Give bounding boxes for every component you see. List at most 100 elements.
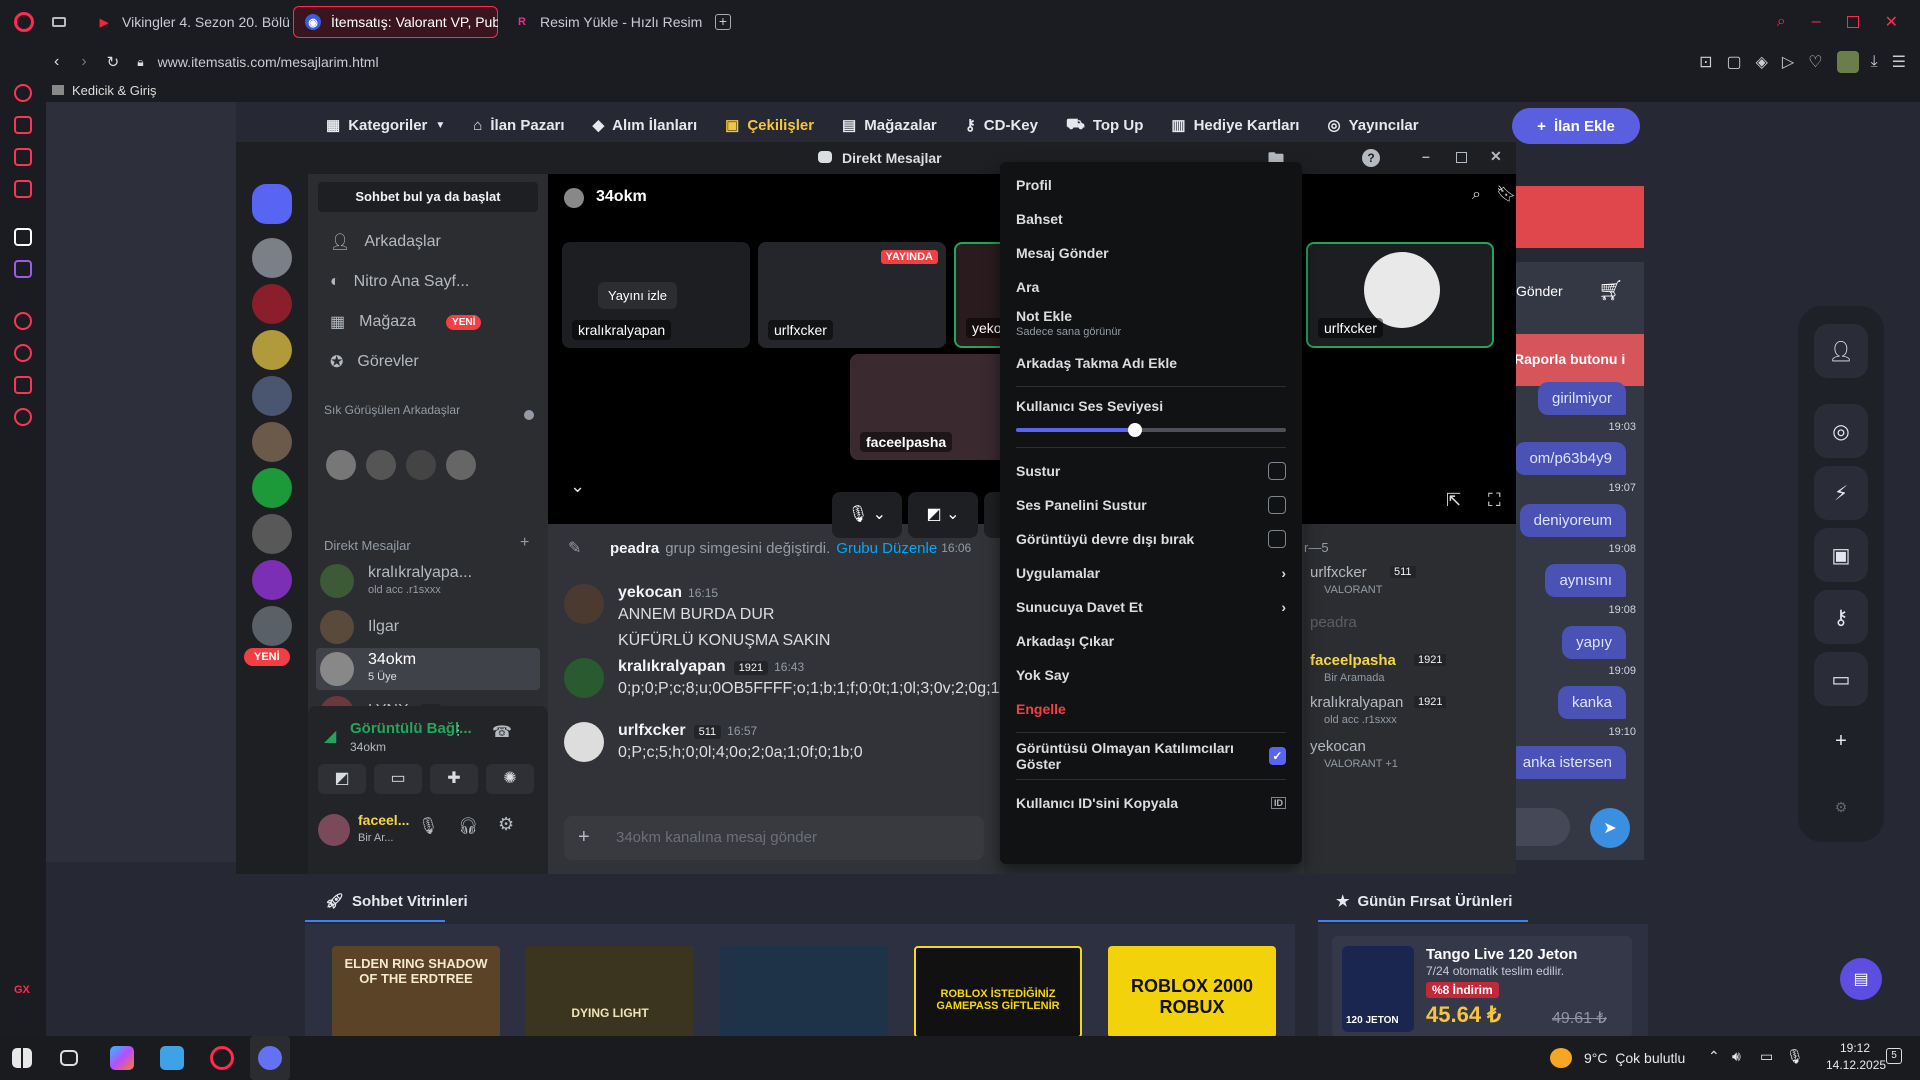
disconnect-icon[interactable]: ☎	[492, 722, 512, 742]
chat-input[interactable]	[1516, 808, 1570, 846]
gear-icon[interactable]: ⚙	[498, 814, 514, 835]
menu-item-mention[interactable]: Bahset	[1008, 202, 1294, 236]
menu-item-mute-soundboard[interactable]: Ses Panelini Sustur	[1008, 488, 1294, 522]
frequent-avatar[interactable]	[446, 450, 476, 480]
avatar[interactable]	[564, 584, 604, 624]
menu-item-copy-id[interactable]: Kullanıcı ID'sini Kopyala ID	[1008, 786, 1294, 820]
weather-text[interactable]: 9°C Çok bulutlu	[1584, 1050, 1685, 1066]
menu-item-call[interactable]: Ara	[1008, 270, 1294, 304]
send-button[interactable]: ➤	[1590, 808, 1630, 848]
server-icon[interactable]	[252, 560, 292, 600]
heart-icon[interactable]: ♡	[1808, 52, 1822, 72]
opera-gx-icon[interactable]	[210, 1046, 234, 1070]
reload-icon[interactable]: ↻	[107, 53, 120, 71]
product-card[interactable]: ROBLOX 2000 ROBUX	[1108, 946, 1276, 1038]
menu-item-show-nonvideo[interactable]: Görüntüsü Olmayan Katılımcıları Göster ✓	[1008, 739, 1294, 773]
nav-cdkey[interactable]: ⚷ CD-Key	[965, 116, 1038, 135]
nav-topup[interactable]: ⛟ Top Up	[1066, 116, 1143, 135]
gx-icon[interactable]: GX	[14, 984, 30, 996]
member-name[interactable]: kralıkralyapan	[1310, 694, 1403, 711]
message-user[interactable]: peadra	[610, 540, 659, 557]
popout-icon[interactable]: ⇱	[1446, 490, 1461, 511]
camera-off-button[interactable]: ◩	[318, 764, 366, 794]
twitch-purple-icon[interactable]	[14, 260, 32, 278]
back-icon[interactable]: ‹	[54, 53, 59, 71]
extensions-icon[interactable]	[14, 376, 32, 394]
edit-group-link[interactable]: Grubu Düzenle	[836, 540, 937, 557]
server-icon[interactable]	[252, 284, 292, 324]
nav-hediye-kartlari[interactable]: ▥ Hediye Kartları	[1171, 116, 1299, 135]
flash-icon[interactable]: ⚡︎	[1814, 466, 1868, 520]
toolbar-icon[interactable]: ▢	[1726, 52, 1741, 72]
ai-icon[interactable]	[14, 84, 32, 102]
dm-item-active[interactable]: 34okm 5 Üye	[316, 648, 540, 690]
menu-item-add-nickname[interactable]: Arkadaş Takma Adı Ekle	[1008, 346, 1294, 380]
server-icon[interactable]	[252, 238, 292, 278]
network-icon[interactable]: ▭	[1760, 1048, 1773, 1065]
menu-item-block[interactable]: Engelle	[1008, 692, 1294, 726]
message-user[interactable]: kralıkralyapan	[618, 658, 726, 675]
noise-icon[interactable]: ⫶	[456, 724, 460, 742]
chevron-down-icon[interactable]: ⌄	[570, 476, 585, 497]
menu-item-disable-video[interactable]: Görüntüyü devre dışı bırak	[1008, 522, 1294, 556]
profile-avatar[interactable]	[1836, 51, 1859, 73]
tab-vikingler[interactable]: ▶ Vikingler 4. Sezon 20. Bölüm	[84, 6, 289, 38]
gear-icon[interactable]: ⚙	[1814, 780, 1868, 834]
wallet-icon[interactable]: ▭	[1814, 652, 1868, 706]
member-name[interactable]: urlfxcker	[1310, 564, 1367, 581]
shield-icon[interactable]: ◈	[1756, 52, 1768, 72]
message-composer[interactable]: + 34okm kanalına mesaj gönder	[564, 816, 984, 860]
play-icon[interactable]: ▷	[1782, 52, 1794, 72]
product-card[interactable]: ROBLOX İSTEDİĞİNİZ GAMEPASS GİFTLENİR	[914, 946, 1082, 1038]
new-tab-icon[interactable]: +	[715, 14, 731, 30]
nav-shop[interactable]: ▦ Mağaza YENİ	[318, 302, 538, 342]
instagram-icon[interactable]: ◎	[1814, 404, 1868, 458]
discord-home-icon[interactable]	[252, 184, 292, 224]
video-tile[interactable]: YAYINDA urlfxcker	[758, 242, 946, 348]
app-icon[interactable]	[160, 1046, 184, 1070]
info-icon[interactable]	[524, 410, 534, 420]
tab-itemsatis[interactable]: ◉ İtemsatış: Valorant VP, Pubg	[293, 6, 498, 38]
frequent-avatar[interactable]	[366, 450, 396, 480]
support-chat-button[interactable]: ▤	[1840, 958, 1882, 1000]
product-card[interactable]: DYING LIGHT	[526, 946, 694, 1038]
minimize-icon[interactable]: –	[1812, 13, 1821, 31]
member-name[interactable]: faceelpasha	[1310, 652, 1396, 669]
ilan-ekle-button[interactable]: + İlan Ekle	[1512, 108, 1640, 144]
notification-icon[interactable]: 5	[1886, 1048, 1902, 1064]
product-card[interactable]	[720, 946, 888, 1038]
nav-kategoriler[interactable]: ▦ Kategoriler ▼	[326, 116, 445, 135]
product-card[interactable]: ELDEN RING SHADOW OF THE ERDTREE	[332, 946, 500, 1038]
volume-knob[interactable]	[1127, 423, 1142, 437]
menu-item-apps[interactable]: Uygulamalar ›	[1008, 556, 1294, 590]
server-icon[interactable]	[252, 376, 292, 416]
screen-share-button[interactable]: ▭	[374, 764, 422, 794]
soundboard-button[interactable]: ✺	[486, 764, 534, 794]
headset-icon[interactable]: 🎧︎	[458, 816, 478, 836]
minimize-icon[interactable]: –	[1422, 148, 1430, 164]
user-icon[interactable]: 👤︎	[1814, 324, 1868, 378]
camera-control[interactable]: ◩ ⌄	[908, 492, 978, 538]
avatar[interactable]	[564, 722, 604, 762]
menu-item-ignore[interactable]: Yok Say	[1008, 658, 1294, 692]
toolbar-icon[interactable]: ⊡	[1699, 52, 1712, 72]
nav-nitro[interactable]: ◐ Nitro Ana Sayf...	[318, 262, 538, 302]
voice-status[interactable]: Görüntülü Bağl...	[350, 720, 472, 737]
windows-start-icon[interactable]	[12, 1048, 32, 1068]
fullscreen-icon[interactable]: ⛶	[1488, 490, 1501, 511]
tray-chevron-icon[interactable]: ⌃	[1708, 1048, 1720, 1065]
deal-card[interactable]: 120 JETON Tango Live 120 Jeton 7/24 otom…	[1332, 936, 1632, 1038]
key-icon[interactable]: ⚷	[1814, 590, 1868, 644]
server-icon[interactable]	[252, 606, 292, 646]
volume-slider[interactable]	[1016, 419, 1286, 441]
server-icon[interactable]	[252, 468, 292, 508]
message-user[interactable]: urlfxcker	[618, 722, 686, 739]
mic-tray-icon[interactable]: 🎙︎	[1786, 1048, 1804, 1065]
tab-list-icon[interactable]	[52, 17, 66, 27]
dm-item[interactable]: kralıkralyapa... old acc .r1sxxx	[316, 562, 540, 604]
find-conversation-button[interactable]: Sohbet bul ya da başlat	[318, 182, 538, 212]
new-dm-icon[interactable]: +	[520, 534, 529, 552]
music-icon[interactable]	[14, 116, 32, 134]
video-tile[interactable]: urlfxcker	[1306, 242, 1494, 348]
nav-magazalar[interactable]: ▤ Mağazalar	[842, 116, 937, 135]
